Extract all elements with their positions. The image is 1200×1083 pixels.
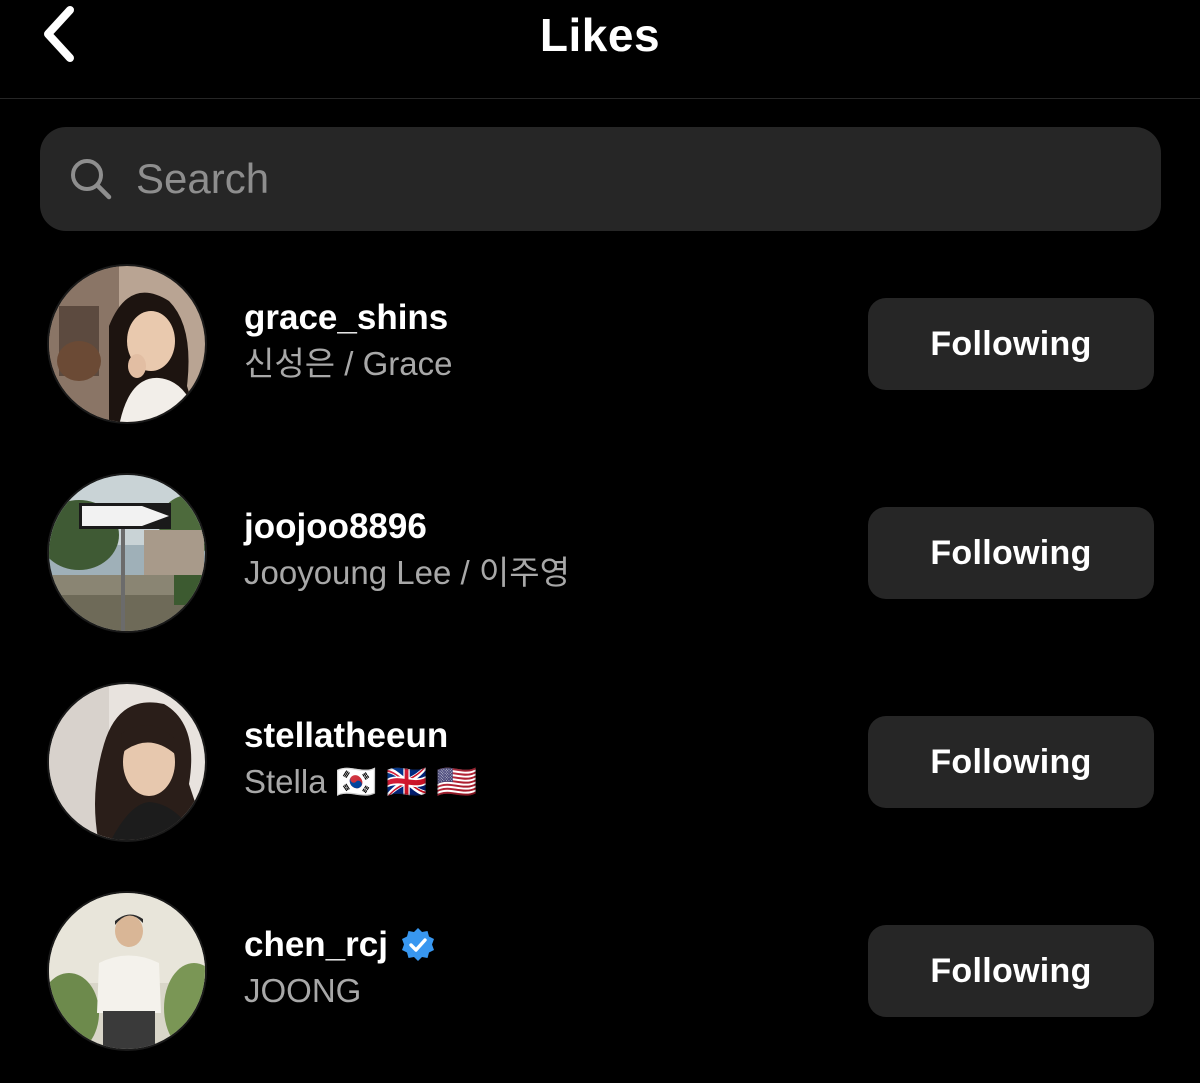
username[interactable]: stellatheeun: [244, 714, 477, 758]
search-bar[interactable]: [40, 127, 1161, 231]
list-item[interactable]: chen_rcj JOONG Following: [0, 891, 1200, 1071]
page-title: Likes: [539, 9, 661, 61]
full-name: 신성은 / Grace: [244, 345, 453, 382]
avatar[interactable]: [47, 682, 207, 842]
verified-badge-icon: [400, 927, 436, 963]
following-button[interactable]: Following: [868, 716, 1154, 808]
list-item[interactable]: stellatheeun Stella 🇰🇷 🇬🇧 🇺🇸 Following: [0, 682, 1200, 862]
full-name: JOONG: [244, 972, 362, 1009]
username-text[interactable]: chen_rcj: [244, 923, 388, 967]
following-button[interactable]: Following: [868, 507, 1154, 599]
username[interactable]: grace_shins: [244, 296, 452, 340]
search-icon: [68, 156, 114, 202]
avatar[interactable]: [47, 473, 207, 633]
username[interactable]: joojoo8896: [244, 505, 570, 549]
user-names: joojoo8896 Jooyoung Lee / 이주영: [244, 505, 570, 595]
likes-screen: Likes grace_shins: [0, 0, 1200, 1083]
full-name: Jooyoung Lee / 이주영: [244, 554, 570, 591]
following-button[interactable]: Following: [868, 925, 1154, 1017]
search-input[interactable]: [136, 155, 1036, 203]
username[interactable]: chen_rcj: [244, 923, 436, 967]
user-names: chen_rcj JOONG: [244, 923, 436, 1013]
following-button[interactable]: Following: [868, 298, 1154, 390]
full-name: Stella 🇰🇷 🇬🇧 🇺🇸: [244, 763, 478, 800]
avatar[interactable]: [47, 264, 207, 424]
user-names: grace_shins 신성은 / Grace: [244, 296, 452, 386]
list-item[interactable]: joojoo8896 Jooyoung Lee / 이주영 Following: [0, 473, 1200, 653]
username-text[interactable]: stellatheeun: [244, 714, 448, 758]
avatar[interactable]: [47, 891, 207, 1051]
header: Likes: [0, 0, 1200, 99]
list-item[interactable]: grace_shins 신성은 / Grace Following: [0, 264, 1200, 444]
username-text[interactable]: grace_shins: [244, 296, 448, 340]
username-text[interactable]: joojoo8896: [244, 505, 427, 549]
user-names: stellatheeun Stella 🇰🇷 🇬🇧 🇺🇸: [244, 714, 477, 804]
